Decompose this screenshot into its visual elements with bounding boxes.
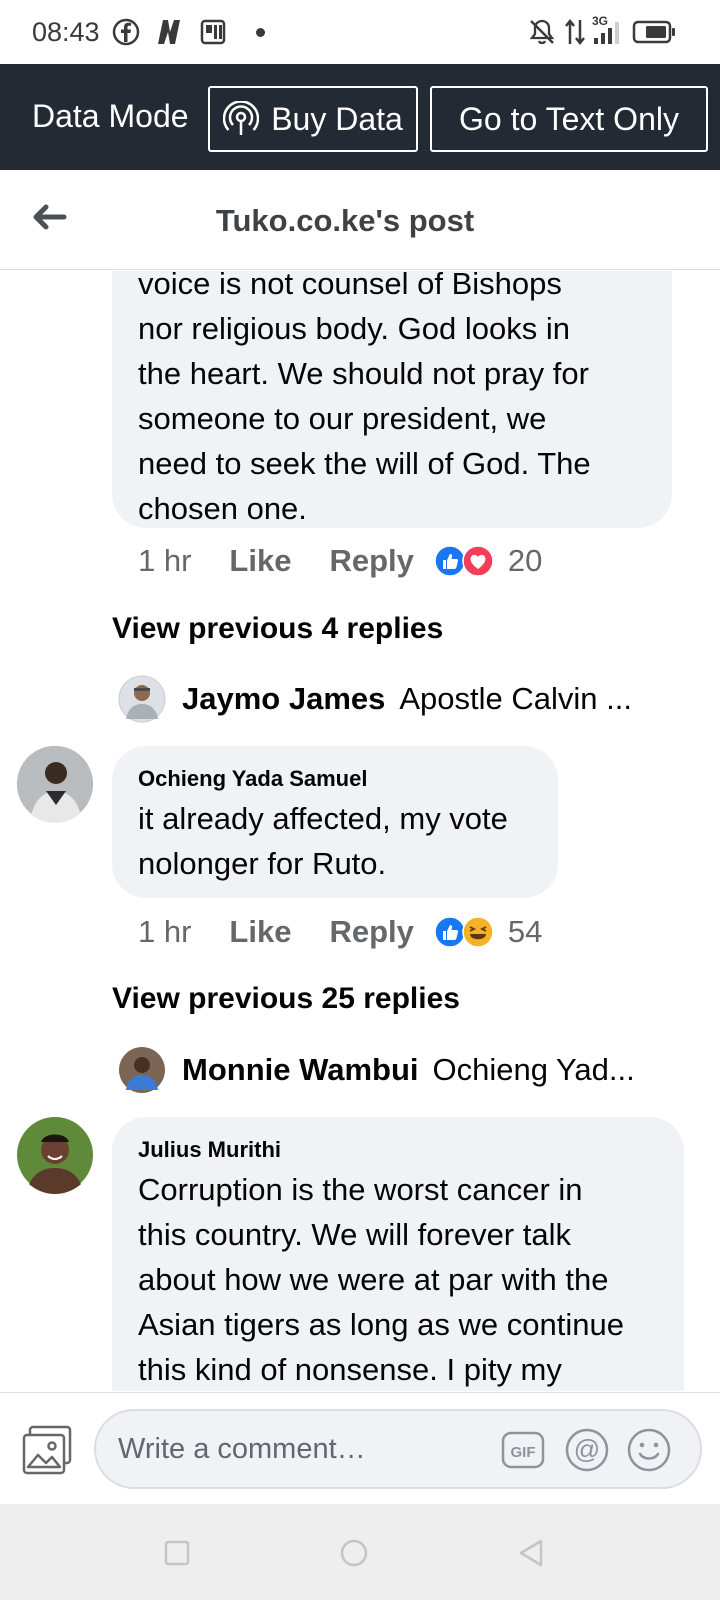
battery-icon — [632, 20, 675, 44]
netflix-icon — [158, 20, 180, 44]
buy-data-button[interactable]: Buy Data — [208, 86, 418, 152]
comment-actions: 1 hr Like Reply 54 — [138, 912, 542, 952]
news-icon — [200, 19, 226, 45]
emoji-icon[interactable] — [626, 1427, 672, 1473]
comment-actions: 1 hr Like Reply 20 — [138, 541, 542, 581]
comment-line: this kind of nonsense. I pity my — [138, 1352, 562, 1387]
comment-author[interactable]: Ochieng Yada Samuel — [138, 766, 532, 792]
comment-line: nolonger for Ruto. — [138, 846, 387, 881]
comments-list[interactable]: voice is not counsel of Bishops nor reli… — [0, 271, 720, 1391]
comment-line: the heart. We should not pray for — [138, 356, 589, 391]
reply-preview[interactable]: Monnie Wambui Ochieng Yad... — [118, 1044, 635, 1096]
reactions[interactable] — [434, 916, 494, 948]
gif-label: GIF — [511, 1444, 536, 1461]
system-nav-bar — [0, 1504, 720, 1600]
avatar — [118, 675, 166, 723]
signal-icon — [594, 22, 619, 44]
avatar[interactable] — [16, 745, 94, 823]
comment-author[interactable]: Julius Murithi — [138, 1137, 658, 1163]
reaction-count: 54 — [507, 914, 543, 949]
comment-bubble[interactable]: Julius Murithi Corruption is the worst c… — [112, 1117, 684, 1391]
data-mode-bar: Data Mode Buy Data Go to Text Only — [0, 64, 720, 170]
reply-snippet: Ochieng Yad... — [432, 1052, 635, 1087]
avatar — [119, 1047, 165, 1093]
comment-line: need to seek the will of God. The — [138, 446, 591, 481]
reply-preview[interactable]: Jaymo James Apostle Calvin ... — [118, 673, 632, 725]
like-button[interactable]: Like — [229, 914, 291, 950]
comment-line: this country. We will forever talk — [138, 1217, 571, 1252]
view-previous-replies[interactable]: View previous 4 replies — [112, 612, 443, 646]
comment-line: about how we were at par with the — [138, 1262, 609, 1297]
comment-line: someone to our president, we — [138, 401, 547, 436]
reply-author[interactable]: Jaymo James — [182, 681, 385, 717]
avatar[interactable] — [16, 1116, 94, 1194]
reply-author[interactable]: Monnie Wambui — [182, 1052, 419, 1088]
text-only-label: Go to Text Only — [459, 100, 679, 137]
comment-line: Corruption is the worst cancer in — [138, 1172, 583, 1207]
reaction-count: 20 — [507, 543, 543, 578]
photo-icon[interactable] — [20, 1423, 74, 1477]
reply-button[interactable]: Reply — [329, 543, 413, 579]
haha-reaction-icon — [462, 916, 494, 948]
status-time: 08:43 — [32, 17, 100, 47]
view-previous-replies[interactable]: View previous 25 replies — [112, 982, 460, 1016]
home-icon[interactable] — [337, 1536, 371, 1570]
comment-bubble[interactable]: Ochieng Yada Samuel it already affected,… — [112, 746, 558, 898]
like-button[interactable]: Like — [229, 543, 291, 579]
back-icon[interactable] — [514, 1536, 548, 1570]
data-transfer-icon — [565, 18, 585, 46]
status-bar: 08:43 3G — [0, 0, 720, 64]
facebook-icon — [112, 18, 140, 46]
post-header: Tuko.co.ke's post — [0, 170, 720, 270]
notification-dot — [256, 28, 265, 37]
buy-data-label: Buy Data — [271, 100, 403, 137]
page-title: Tuko.co.ke's post — [215, 203, 475, 238]
comment-line: it already affected, my vote — [138, 801, 508, 836]
comment-time[interactable]: 1 hr — [138, 914, 191, 950]
text-only-button[interactable]: Go to Text Only — [430, 86, 708, 152]
reply-snippet: Apostle Calvin ... — [399, 681, 632, 716]
love-reaction-icon — [462, 545, 494, 577]
reactions[interactable] — [434, 545, 494, 577]
reply-button[interactable]: Reply — [329, 914, 413, 950]
mute-icon — [529, 19, 555, 45]
comment-placeholder: Write a comment… — [118, 1433, 366, 1465]
comment-line: Asian tigers as long as we continue — [138, 1307, 624, 1342]
comment-composer: Write a comment… GIF @ — [0, 1392, 720, 1504]
wifi-signal-icon — [223, 101, 260, 135]
recents-icon[interactable] — [160, 1536, 194, 1570]
comment-line: chosen one. — [138, 491, 307, 526]
mention-label: @ — [574, 1434, 600, 1464]
comment-input[interactable]: Write a comment… GIF @ — [94, 1409, 702, 1489]
comment-line: voice is not counsel of Bishops — [138, 271, 562, 301]
comment-bubble[interactable]: voice is not counsel of Bishops nor reli… — [112, 271, 672, 528]
data-mode-label: Data Mode — [32, 98, 189, 134]
comment-time[interactable]: 1 hr — [138, 543, 191, 579]
comment-line: nor religious body. God looks in — [138, 311, 570, 346]
mention-icon[interactable]: @ — [564, 1427, 610, 1473]
gif-icon[interactable]: GIF — [500, 1427, 546, 1473]
